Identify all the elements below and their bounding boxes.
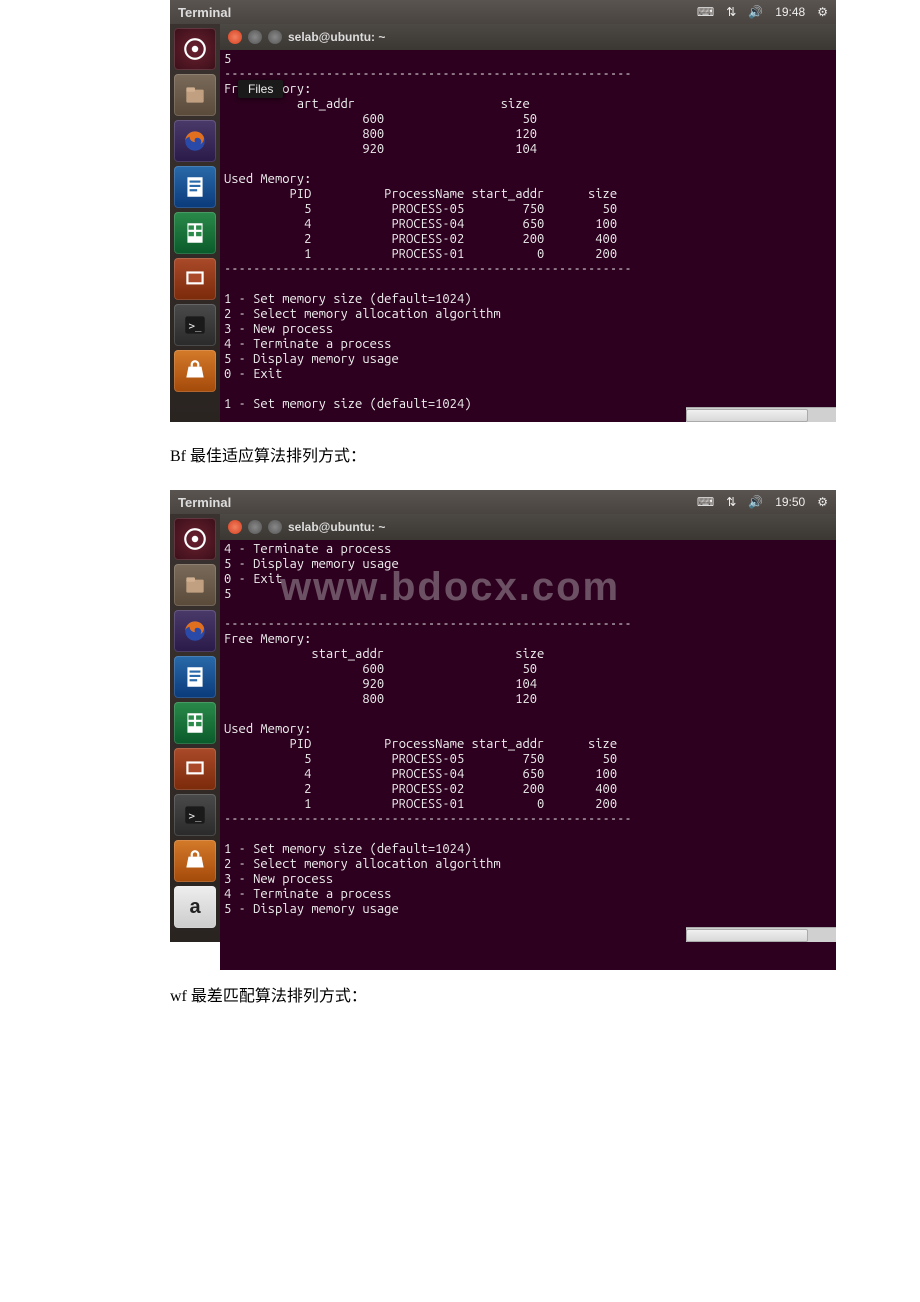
maximize-button[interactable]	[268, 520, 282, 534]
gear-icon[interactable]: ⚙	[817, 5, 828, 19]
keyboard-icon[interactable]: ⌨	[697, 495, 714, 509]
writer-icon[interactable]	[174, 166, 216, 208]
menubar-title: Terminal	[178, 5, 231, 20]
minimize-button[interactable]	[248, 30, 262, 44]
top-menubar: Terminal ⌨ ⇅ 🔊 19:48 ⚙	[170, 0, 836, 24]
network-icon[interactable]: ⇅	[726, 5, 736, 19]
terminal-icon[interactable]: >_	[174, 794, 216, 836]
screenshot-2: Terminal ⌨ ⇅ 🔊 19:50 ⚙	[170, 490, 836, 942]
impress-icon[interactable]	[174, 748, 216, 790]
files-icon[interactable]	[174, 74, 216, 116]
terminal-output[interactable]: 4 - Terminate a process 5 - Display memo…	[220, 540, 836, 970]
clock[interactable]: 19:50	[775, 495, 805, 509]
network-icon[interactable]: ⇅	[726, 495, 736, 509]
files-tooltip: Files	[238, 80, 283, 98]
sound-icon[interactable]: 🔊	[748, 5, 763, 19]
menubar-title: Terminal	[178, 495, 231, 510]
window-titlebar[interactable]: selab@ubuntu: ~	[220, 24, 836, 50]
close-button[interactable]	[228, 520, 242, 534]
minimize-button[interactable]	[248, 520, 262, 534]
caption-wf: wf 最差匹配算法排列方式：	[170, 982, 920, 1006]
firefox-icon[interactable]	[174, 610, 216, 652]
terminal-output[interactable]: 5 --------------------------------------…	[220, 50, 836, 420]
dash-icon[interactable]	[174, 28, 216, 70]
window-title: selab@ubuntu: ~	[288, 520, 385, 534]
sound-icon[interactable]: 🔊	[748, 495, 763, 509]
gear-icon[interactable]: ⚙	[817, 495, 828, 509]
files-icon[interactable]	[174, 564, 216, 606]
amazon-icon[interactable]: a	[174, 886, 216, 928]
svg-text:>_: >_	[189, 809, 203, 822]
maximize-button[interactable]	[268, 30, 282, 44]
calc-icon[interactable]	[174, 702, 216, 744]
software-center-icon[interactable]	[174, 350, 216, 392]
keyboard-icon[interactable]: ⌨	[697, 5, 714, 19]
impress-icon[interactable]	[174, 258, 216, 300]
software-center-icon[interactable]	[174, 840, 216, 882]
horizontal-scrollbar[interactable]	[686, 927, 836, 942]
calc-icon[interactable]	[174, 212, 216, 254]
system-tray: ⌨ ⇅ 🔊 19:48 ⚙	[697, 5, 828, 19]
close-button[interactable]	[228, 30, 242, 44]
writer-icon[interactable]	[174, 656, 216, 698]
horizontal-scrollbar[interactable]	[686, 407, 836, 422]
screenshot-1: Terminal ⌨ ⇅ 🔊 19:48 ⚙	[170, 0, 836, 422]
window-title: selab@ubuntu: ~	[288, 30, 385, 44]
system-tray: ⌨ ⇅ 🔊 19:50 ⚙	[697, 495, 828, 509]
workspace: selab@ubuntu: ~ 4 - Terminate a process …	[220, 514, 836, 942]
window-titlebar[interactable]: selab@ubuntu: ~	[220, 514, 836, 540]
clock[interactable]: 19:48	[775, 5, 805, 19]
unity-launcher: >_ a	[170, 514, 220, 942]
terminal-icon[interactable]: >_	[174, 304, 216, 346]
firefox-icon[interactable]	[174, 120, 216, 162]
unity-launcher: >_	[170, 24, 220, 422]
svg-text:>_: >_	[189, 319, 203, 332]
workspace: selab@ubuntu: ~ 5 ----------------------…	[220, 24, 836, 422]
top-menubar: Terminal ⌨ ⇅ 🔊 19:50 ⚙	[170, 490, 836, 514]
caption-bf: Bf 最佳适应算法排列方式：	[170, 442, 920, 466]
dash-icon[interactable]	[174, 518, 216, 560]
